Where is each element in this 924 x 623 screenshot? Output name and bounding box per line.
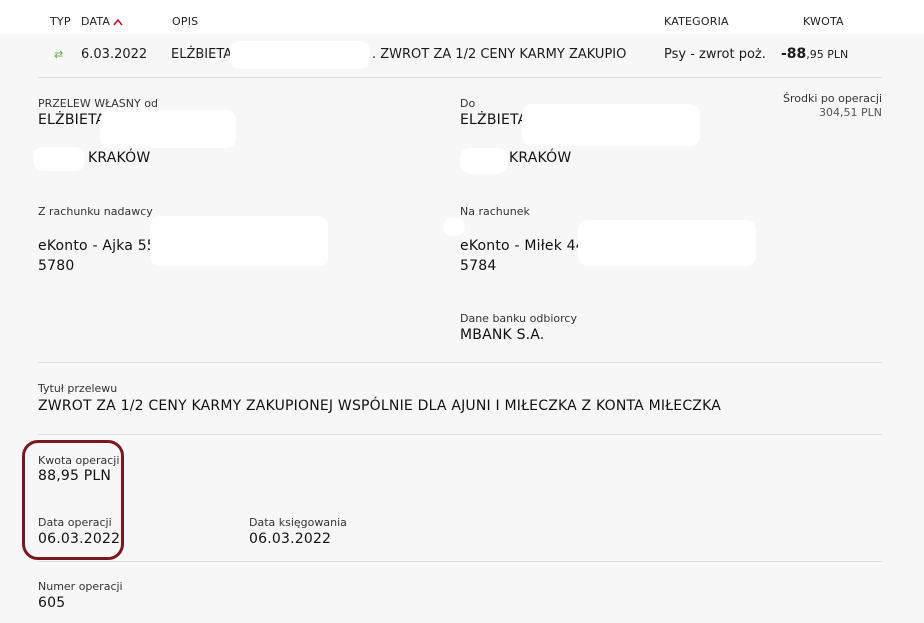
divider — [38, 362, 882, 363]
highlight-annotation — [22, 440, 124, 560]
to-account-label: Na rachunek — [460, 205, 530, 218]
column-header-date[interactable]: DATA — [81, 15, 123, 28]
recipient-city: KRAKÓW — [509, 150, 572, 166]
redacted-block — [460, 148, 508, 174]
transfer-arrows-icon: ⇄ — [54, 48, 64, 61]
recipient-name: ELŻBIETA — [460, 112, 528, 128]
row-name: ELŻBIETA — [171, 47, 233, 62]
balance-label: Środki po operacji — [782, 92, 882, 105]
recipient-label: Do — [460, 97, 476, 110]
title-value: ZWROT ZA 1/2 CENY KARMY ZAKUPIONEJ WSPÓL… — [38, 398, 721, 414]
column-header-description[interactable]: OPIS — [172, 15, 198, 28]
balance-value: 304,51 PLN — [819, 106, 882, 119]
redacted-block — [578, 220, 756, 266]
redacted-block — [100, 110, 236, 148]
sort-ascending-icon — [113, 18, 123, 26]
bank-value: MBANK S.A. — [460, 327, 545, 343]
row-amount-int: -88 — [781, 46, 807, 62]
row-date: 6.03.2022 — [81, 47, 148, 62]
operation-number-value: 605 — [38, 595, 66, 611]
from-account-name: eKonto - Ajka 55 — [38, 238, 156, 254]
transaction-row[interactable]: ⇄ 6.03.2022 ELŻBIETA . ZWROT ZA 1/2 CENY… — [38, 34, 882, 78]
sender-city: KRAKÓW — [88, 150, 151, 166]
redacted-block — [522, 104, 700, 146]
from-account-label: Z rachunku nadawcy — [38, 205, 153, 218]
divider — [38, 561, 882, 562]
divider — [38, 434, 882, 435]
redacted-block — [150, 216, 328, 266]
column-header-category[interactable]: KATEGORIA — [664, 15, 729, 28]
to-account-name: eKonto - Miłek 44 — [460, 238, 585, 254]
to-account-suffix: 5784 — [460, 258, 497, 274]
from-account-suffix: 5780 — [38, 258, 75, 274]
redacted-block — [443, 218, 465, 236]
booking-date-value: 06.03.2022 — [249, 531, 332, 547]
operation-number-label: Numer operacji — [38, 580, 123, 593]
row-amount-dec: ,95 PLN — [806, 48, 849, 61]
column-header-type[interactable]: TYP — [50, 15, 71, 28]
row-amount: -88,95 PLN — [781, 46, 848, 62]
redacted-block — [33, 147, 85, 171]
column-header-amount[interactable]: KWOTA — [803, 15, 844, 28]
sender-name: ELŻBIETA — [38, 112, 106, 128]
table-header: TYP DATA OPIS KATEGORIA KWOTA — [0, 0, 924, 34]
row-category: Psy - zwrot poż. — [664, 47, 766, 62]
booking-date-label: Data księgowania — [249, 516, 347, 529]
sender-label: PRZELEW WŁASNY od — [38, 97, 158, 110]
redacted-block — [230, 41, 370, 69]
column-header-date-label: DATA — [81, 15, 111, 28]
row-description: . ZWROT ZA 1/2 CENY KARMY ZAKUPIO — [372, 47, 627, 62]
bank-label: Dane banku odbiorcy — [460, 312, 577, 325]
title-label: Tytuł przelewu — [38, 382, 118, 395]
